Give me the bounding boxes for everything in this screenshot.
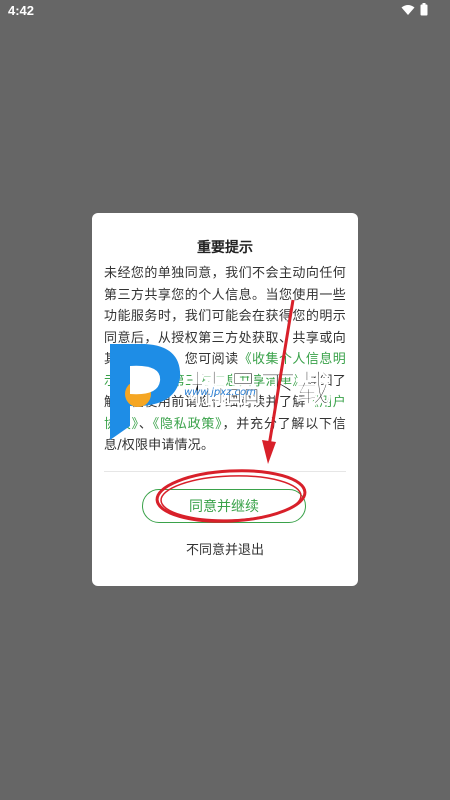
divider (104, 471, 346, 472)
dialog-title: 重要提示 (197, 240, 253, 256)
agree-continue-button[interactable]: 同意并继续 (142, 489, 306, 523)
wifi-icon (401, 4, 415, 16)
disagree-exit-button[interactable]: 不同意并退出 (92, 539, 358, 558)
status-icons (401, 3, 428, 16)
status-bar: 4:42 (0, 0, 450, 22)
status-time: 4:42 (8, 3, 35, 18)
privacy-policy-link[interactable]: 《隐私政策》 (153, 417, 223, 432)
watermark-url: www.jpxz.com (184, 387, 256, 398)
body-text: 、 (138, 416, 153, 432)
watermark-brand: 精品下载 (189, 369, 331, 411)
battery-icon (420, 3, 428, 16)
